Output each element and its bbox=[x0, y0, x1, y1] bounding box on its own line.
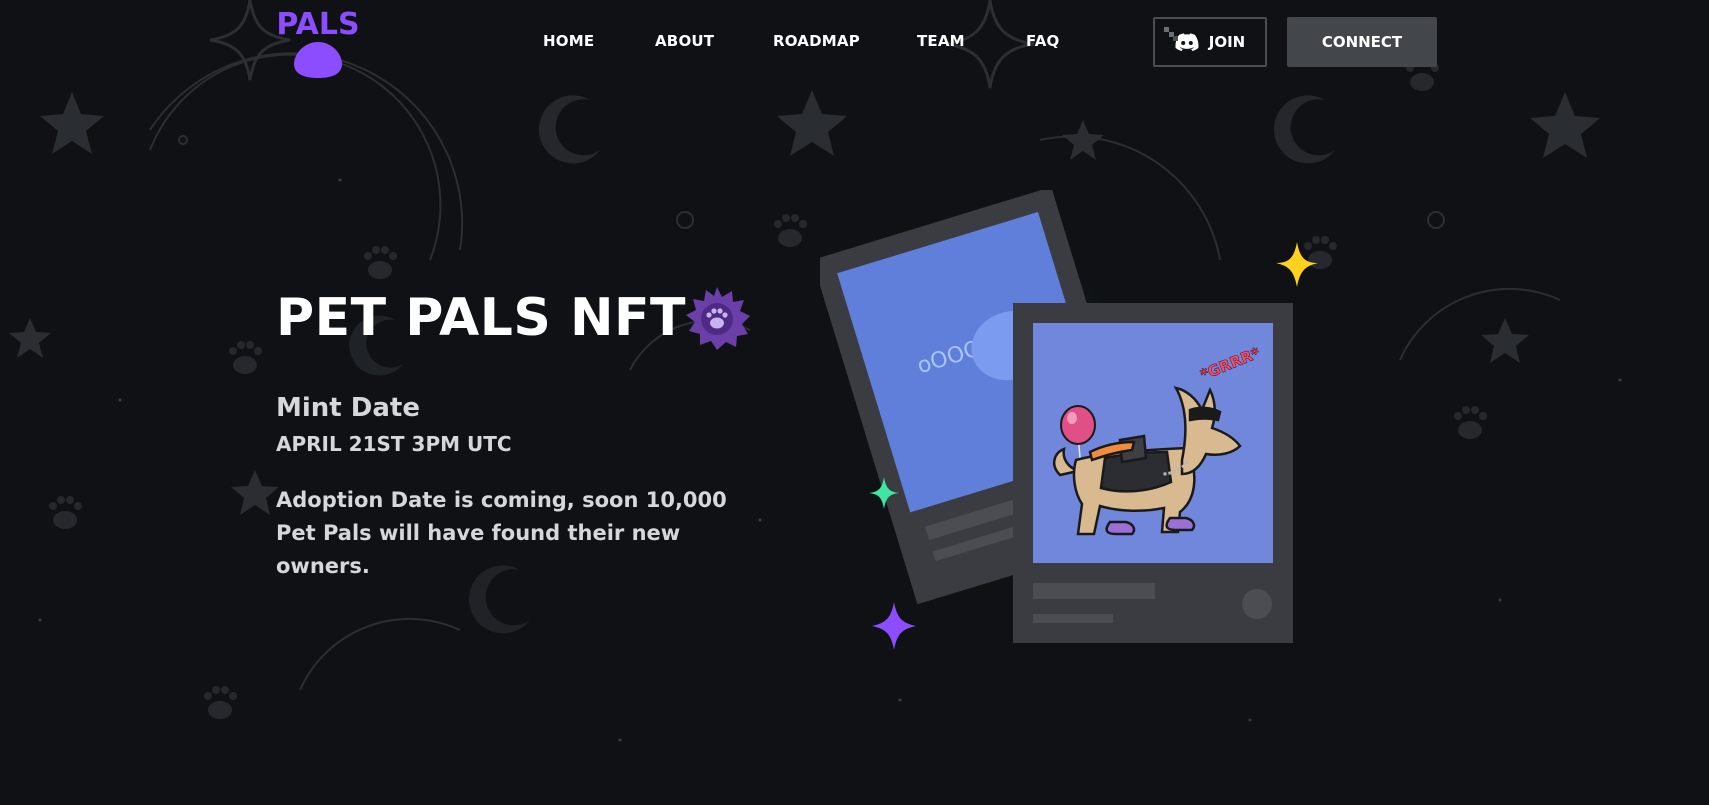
mint-date-value: APRIL 21ST 3PM UTC bbox=[276, 432, 512, 456]
nft-card-illustration: oOOO *GRRR* bbox=[820, 190, 1318, 650]
sparkle-icon bbox=[1276, 242, 1318, 287]
connect-wallet-button[interactable]: CONNECT bbox=[1287, 17, 1437, 67]
paw-badge-icon bbox=[686, 287, 750, 350]
nav-home[interactable]: HOME bbox=[543, 32, 594, 50]
nav-about[interactable]: ABOUT bbox=[655, 32, 714, 50]
discord-icon bbox=[1175, 33, 1199, 51]
connect-label: CONNECT bbox=[1321, 33, 1403, 51]
pals-logo[interactable]: PALS bbox=[276, 4, 360, 80]
join-label: JOIN bbox=[1208, 33, 1246, 51]
join-discord-button[interactable]: JOIN bbox=[1153, 17, 1267, 67]
mint-date-label: Mint Date bbox=[276, 393, 420, 423]
nav-team[interactable]: TEAM bbox=[917, 32, 965, 50]
page-title: PET PALS NFT bbox=[276, 288, 686, 348]
front-card: *GRRR* bbox=[1013, 303, 1293, 643]
pixel-corner-icon bbox=[1164, 27, 1178, 41]
hero-description: Adoption Date is coming, soon 10,000 Pet… bbox=[276, 488, 727, 578]
nav-faq[interactable]: FAQ bbox=[1026, 32, 1060, 50]
nav-roadmap[interactable]: ROADMAP bbox=[773, 32, 860, 50]
logo-text: PALS bbox=[276, 7, 359, 42]
paw-logo-icon bbox=[294, 42, 342, 78]
sparkle-icon bbox=[872, 602, 916, 650]
